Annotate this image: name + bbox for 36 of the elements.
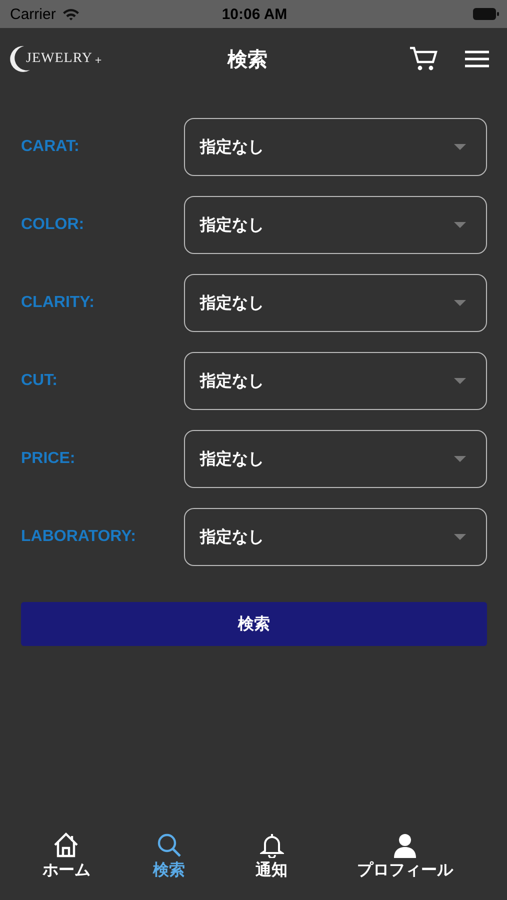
home-icon bbox=[52, 832, 80, 858]
battery-icon bbox=[473, 8, 499, 20]
filter-label: COLOR: bbox=[21, 216, 86, 234]
logo-text: JEWELRY bbox=[26, 51, 92, 67]
tab-item[interactable]: ホーム bbox=[15, 832, 118, 892]
filter-label: CLARITY: bbox=[21, 294, 96, 312]
person-icon bbox=[392, 832, 417, 858]
bell-icon bbox=[260, 832, 284, 858]
filter-label: LABORATORY: bbox=[21, 528, 137, 546]
filter-dropdown[interactable]: 指定なし bbox=[184, 430, 487, 488]
tab-item[interactable]: 検索 bbox=[118, 832, 220, 892]
cart-icon[interactable] bbox=[409, 46, 439, 72]
logo-plus: + bbox=[94, 56, 102, 66]
filter-label: PRICE: bbox=[21, 450, 76, 468]
dropdown-caret-icon bbox=[454, 378, 466, 384]
filter-label: CARAT: bbox=[21, 138, 80, 156]
dropdown-caret-icon bbox=[454, 144, 466, 150]
filter-dropdown[interactable]: 指定なし bbox=[184, 196, 487, 254]
status-time: 10:06 AM bbox=[222, 6, 288, 22]
page-title: 検索 bbox=[228, 46, 268, 72]
filter-dropdown[interactable]: 指定なし bbox=[184, 352, 487, 410]
dropdown-caret-icon bbox=[454, 456, 466, 462]
tab-item[interactable]: 通知 bbox=[220, 832, 323, 892]
filter-dropdown[interactable]: 指定なし bbox=[184, 118, 487, 176]
tab-item[interactable]: プロフィール bbox=[322, 832, 487, 892]
dropdown-caret-icon bbox=[454, 534, 466, 540]
filter-label: CUT: bbox=[21, 372, 58, 390]
wifi-icon bbox=[62, 8, 80, 20]
carrier-label: Carrier bbox=[10, 6, 56, 22]
search-button[interactable]: 検索 bbox=[21, 602, 487, 646]
search-icon bbox=[156, 832, 182, 858]
filter-dropdown[interactable]: 指定なし bbox=[184, 508, 487, 566]
dropdown-caret-icon bbox=[454, 222, 466, 228]
dropdown-caret-icon bbox=[454, 300, 466, 306]
menu-icon[interactable] bbox=[465, 50, 489, 68]
filter-dropdown[interactable]: 指定なし bbox=[184, 274, 487, 332]
